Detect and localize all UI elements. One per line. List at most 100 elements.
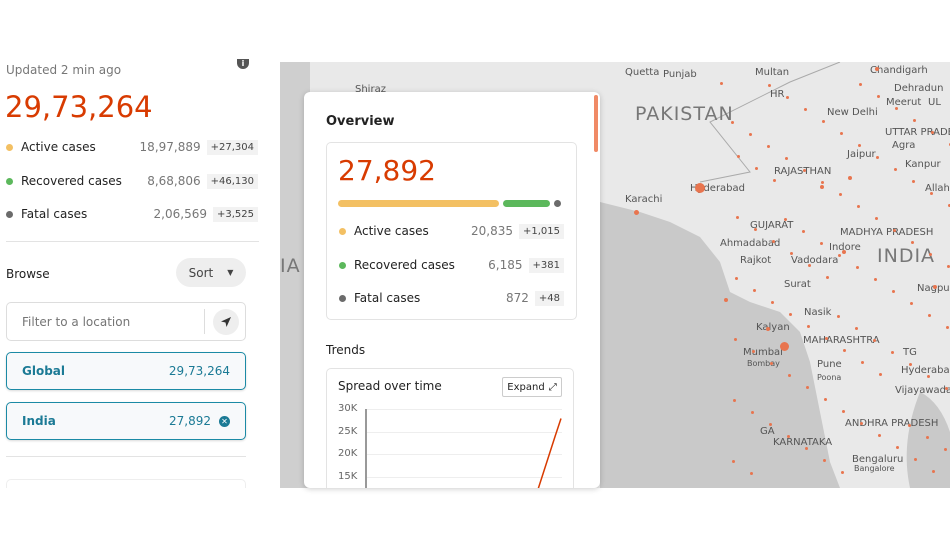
case-marker[interactable] <box>894 168 897 171</box>
case-marker[interactable] <box>876 156 879 159</box>
case-marker[interactable] <box>841 471 844 474</box>
case-marker[interactable] <box>822 120 825 123</box>
case-marker[interactable] <box>933 285 937 289</box>
location-india[interactable]: India 27,892 ✕ <box>6 402 246 440</box>
case-marker[interactable] <box>931 131 934 134</box>
case-marker[interactable] <box>754 228 757 231</box>
case-marker[interactable] <box>837 315 840 318</box>
clear-location-icon[interactable]: ✕ <box>219 415 230 427</box>
case-marker[interactable] <box>771 301 774 304</box>
case-marker[interactable] <box>843 349 846 352</box>
case-marker[interactable] <box>896 446 899 449</box>
case-marker[interactable] <box>875 217 878 220</box>
case-marker[interactable] <box>928 314 931 317</box>
case-marker[interactable] <box>770 362 773 365</box>
filter-input[interactable] <box>22 314 204 329</box>
case-marker[interactable] <box>752 350 755 353</box>
case-marker[interactable] <box>910 302 913 305</box>
case-marker[interactable] <box>788 374 791 377</box>
case-marker[interactable] <box>914 458 917 461</box>
case-marker[interactable] <box>895 107 898 110</box>
case-marker[interactable] <box>946 326 949 329</box>
case-marker[interactable] <box>820 242 823 245</box>
case-marker[interactable] <box>891 351 894 354</box>
case-marker[interactable] <box>731 121 734 124</box>
case-marker[interactable] <box>768 84 771 87</box>
case-marker[interactable] <box>945 387 948 390</box>
case-marker[interactable] <box>839 193 842 196</box>
case-marker[interactable] <box>842 410 845 413</box>
case-marker[interactable] <box>720 82 723 85</box>
case-marker[interactable] <box>826 276 829 279</box>
case-marker[interactable] <box>749 133 752 136</box>
case-marker[interactable] <box>785 157 788 160</box>
case-marker[interactable] <box>926 436 929 439</box>
case-marker[interactable] <box>861 361 864 364</box>
case-marker[interactable] <box>736 216 739 219</box>
case-marker[interactable] <box>823 459 826 462</box>
case-marker[interactable] <box>808 264 811 267</box>
case-marker[interactable] <box>804 108 807 111</box>
case-marker[interactable] <box>733 399 736 402</box>
case-marker[interactable] <box>838 254 841 257</box>
case-marker[interactable] <box>824 398 827 401</box>
case-marker[interactable] <box>732 460 735 463</box>
case-marker[interactable] <box>874 278 877 281</box>
case-marker[interactable] <box>930 192 933 195</box>
case-marker[interactable] <box>821 181 824 184</box>
case-marker[interactable] <box>848 176 852 180</box>
case-marker[interactable] <box>753 289 756 292</box>
case-marker[interactable] <box>789 313 792 316</box>
case-marker[interactable] <box>806 386 809 389</box>
case-marker[interactable] <box>911 241 914 244</box>
case-marker[interactable] <box>803 169 806 172</box>
case-marker[interactable] <box>892 290 895 293</box>
case-marker[interactable] <box>787 435 790 438</box>
case-marker[interactable] <box>755 167 758 170</box>
case-marker[interactable] <box>769 423 772 426</box>
case-marker[interactable] <box>857 205 860 208</box>
case-marker[interactable] <box>912 180 915 183</box>
case-marker[interactable] <box>786 96 789 99</box>
case-marker[interactable] <box>807 325 810 328</box>
sort-button[interactable]: Sort ▼ <box>176 258 246 287</box>
case-marker[interactable] <box>879 373 882 376</box>
case-marker[interactable] <box>825 337 828 340</box>
location-global[interactable]: Global 29,73,264 <box>6 352 246 390</box>
case-marker[interactable] <box>737 155 740 158</box>
case-marker[interactable] <box>766 327 770 331</box>
case-marker[interactable] <box>840 132 843 135</box>
case-marker[interactable] <box>929 253 932 256</box>
case-marker[interactable] <box>784 218 787 221</box>
case-marker[interactable] <box>859 83 862 86</box>
scrollbar[interactable] <box>594 95 598 152</box>
case-marker[interactable] <box>856 266 859 269</box>
case-marker[interactable] <box>802 230 805 233</box>
case-marker[interactable] <box>927 375 930 378</box>
case-marker[interactable] <box>695 183 705 193</box>
case-marker[interactable] <box>893 229 896 232</box>
case-marker[interactable] <box>877 95 880 98</box>
case-marker[interactable] <box>780 342 789 351</box>
case-marker[interactable] <box>724 298 728 302</box>
info-icon[interactable]: i <box>237 59 249 69</box>
case-marker[interactable] <box>842 250 846 254</box>
case-marker[interactable] <box>932 470 935 473</box>
case-marker[interactable] <box>790 252 793 255</box>
case-marker[interactable] <box>878 434 881 437</box>
case-marker[interactable] <box>913 119 916 122</box>
case-marker[interactable] <box>772 240 775 243</box>
case-marker[interactable] <box>944 448 947 451</box>
case-marker[interactable] <box>735 277 738 280</box>
case-marker[interactable] <box>855 327 858 330</box>
case-marker[interactable] <box>820 185 824 189</box>
case-marker[interactable] <box>767 145 770 148</box>
case-marker[interactable] <box>750 472 753 475</box>
case-marker[interactable] <box>858 144 861 147</box>
case-marker[interactable] <box>909 363 912 366</box>
case-marker[interactable] <box>805 447 808 450</box>
case-marker[interactable] <box>751 411 754 414</box>
case-marker[interactable] <box>860 422 863 425</box>
case-marker[interactable] <box>773 179 776 182</box>
case-marker[interactable] <box>634 210 639 215</box>
